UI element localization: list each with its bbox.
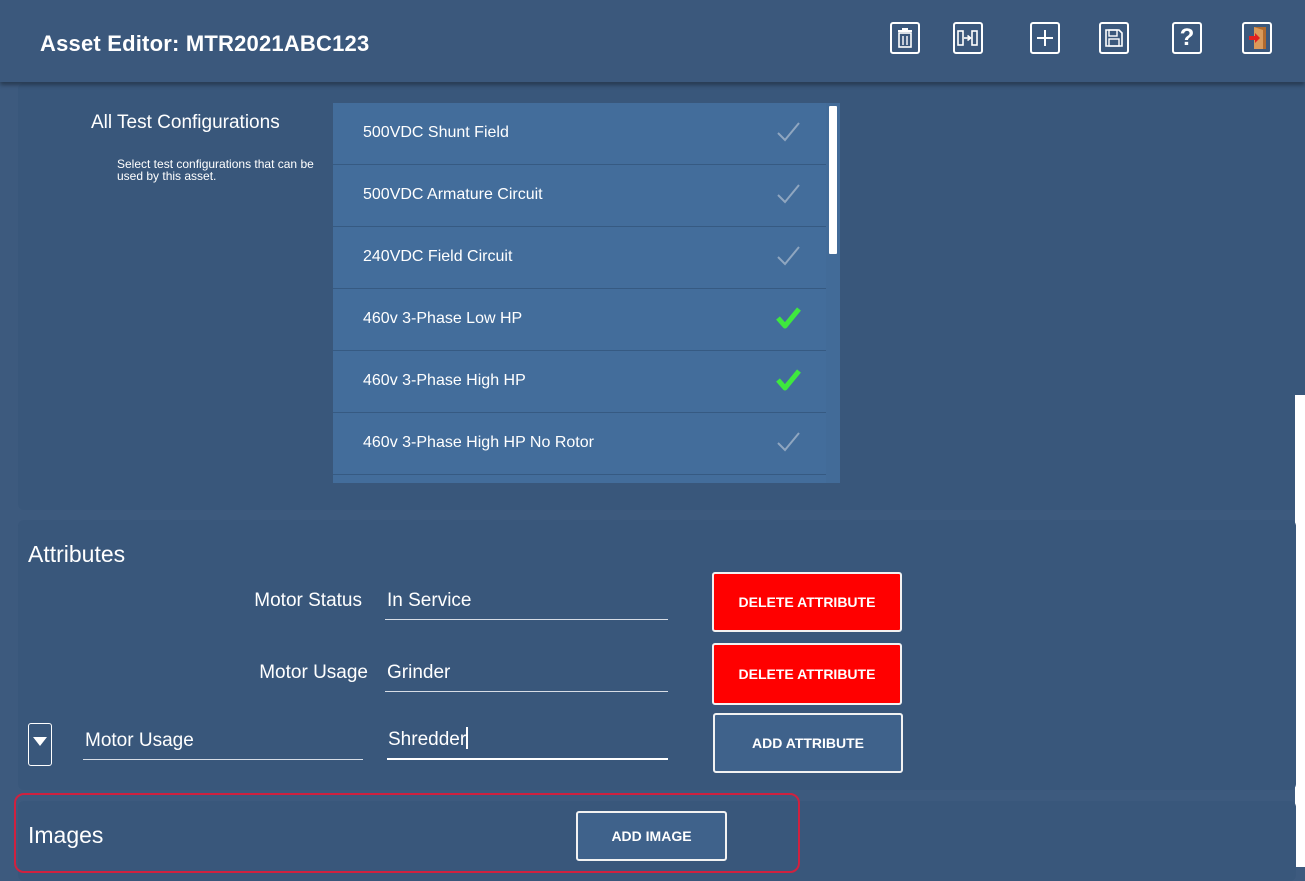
config-item-240vdc-field-circuit[interactable]: 240VDC Field Circuit: [333, 227, 826, 289]
attribute-name: Motor Usage: [259, 662, 368, 683]
checkmark-icon[interactable]: [775, 182, 801, 211]
top-bar: Asset Editor: MTR2021ABC123 ?: [0, 0, 1305, 82]
save-icon: [1104, 28, 1124, 48]
add-image-button[interactable]: ADD IMAGE: [576, 811, 727, 861]
help-icon: ?: [1179, 24, 1195, 51]
add-asset-button[interactable]: [1030, 22, 1060, 54]
config-item-label: 460v 3-Phase Low HP: [363, 310, 523, 327]
move-asset-button[interactable]: [953, 22, 983, 54]
configurations-list[interactable]: 500VDC Shunt Field 500VDC Armature Circu…: [333, 103, 840, 483]
configurations-label: All Test Configurations: [91, 112, 280, 133]
attribute-value-field[interactable]: Grinder: [385, 662, 668, 692]
new-attribute-value-text: Shredder: [388, 729, 467, 750]
delete-attribute-button[interactable]: DELETE ATTRIBUTE: [712, 643, 902, 705]
config-item-label: 460v 3-Phase High HP: [363, 372, 526, 389]
checkmark-icon[interactable]: [775, 430, 801, 459]
exit-door-icon: [1246, 26, 1268, 50]
text-caret: [466, 727, 468, 749]
page-title: Asset Editor: MTR2021ABC123: [40, 31, 370, 56]
config-item-label: 240VDC Field Circuit: [363, 248, 513, 265]
config-item-label: 460v 3-Phase High HP No Rotor: [363, 434, 594, 451]
config-item-label: 500VDC Armature Circuit: [363, 186, 543, 203]
new-attribute-value-field[interactable]: Shredder: [387, 727, 668, 760]
checkmark-icon[interactable]: [775, 120, 801, 149]
move-icon: [957, 28, 979, 48]
save-button[interactable]: [1099, 22, 1129, 54]
exit-button[interactable]: [1242, 22, 1272, 54]
config-item-label: 500VDC Shunt Field: [363, 124, 509, 141]
new-attribute-name-field[interactable]: Motor Usage: [83, 730, 363, 760]
page-scrollbar[interactable]: [1295, 395, 1305, 867]
add-attribute-button[interactable]: ADD ATTRIBUTE: [713, 713, 903, 773]
config-item-partial[interactable]: [333, 475, 826, 483]
config-item-460v-low-hp[interactable]: 460v 3-Phase Low HP: [333, 289, 826, 351]
checkmark-icon[interactable]: [775, 368, 801, 397]
caret-down-icon: [33, 733, 47, 751]
images-title: Images: [28, 822, 104, 848]
plus-icon: [1035, 28, 1055, 48]
attributes-title: Attributes: [28, 541, 126, 567]
config-item-500vdc-shunt-field[interactable]: 500VDC Shunt Field: [333, 103, 826, 165]
attribute-name-dropdown[interactable]: [28, 723, 52, 766]
configurations-help-text: Select test configurations that can be u…: [117, 157, 314, 183]
help-button[interactable]: ?: [1172, 22, 1202, 54]
checkmark-icon[interactable]: [775, 306, 801, 335]
trash-icon: [896, 27, 914, 49]
config-item-500vdc-armature-circuit[interactable]: 500VDC Armature Circuit: [333, 165, 826, 227]
attribute-value-field[interactable]: In Service: [385, 590, 668, 620]
checkmark-icon[interactable]: [775, 244, 801, 273]
config-item-460v-high-hp[interactable]: 460v 3-Phase High HP: [333, 351, 826, 413]
configurations-scrollbar[interactable]: [829, 106, 837, 254]
config-item-460v-high-hp-no-rotor[interactable]: 460v 3-Phase High HP No Rotor: [333, 413, 826, 475]
attribute-name: Motor Status: [254, 590, 362, 611]
delete-attribute-button[interactable]: DELETE ATTRIBUTE: [712, 572, 902, 632]
delete-asset-button[interactable]: [890, 22, 920, 54]
